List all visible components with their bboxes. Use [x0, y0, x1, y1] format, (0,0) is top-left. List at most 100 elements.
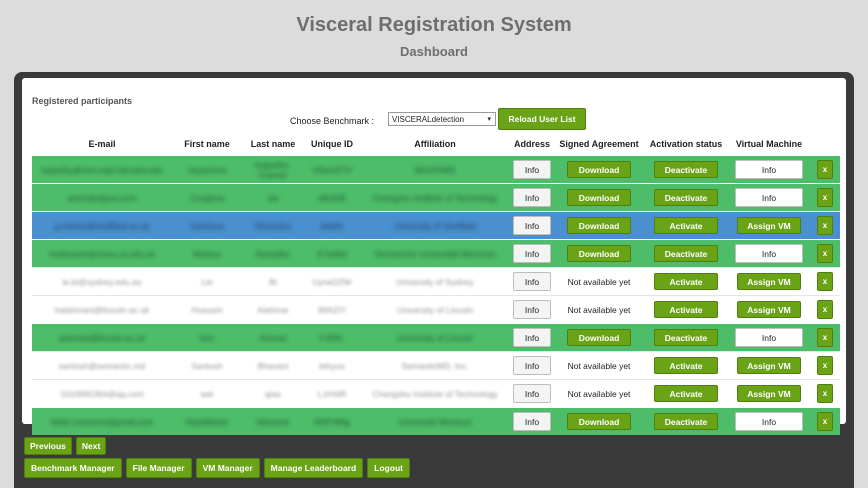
- col-last-name: Last name: [242, 132, 304, 156]
- benchmark-select-value: VISCERALdetection: [392, 115, 465, 124]
- delete-user-button[interactable]: x: [817, 412, 833, 431]
- last-name-cell: Rampfler: [255, 248, 291, 259]
- table-row: markuswn@cmun.ce.nitu.ck Markus Rampfler E7…: [32, 239, 840, 268]
- email-cell: santosh@semantic.md: [58, 360, 146, 371]
- delete-user-button[interactable]: x: [817, 300, 833, 319]
- address-info-button[interactable]: Info: [513, 412, 551, 431]
- table-row: fellah.meriame@gmail.com Abdelfettah Meria…: [32, 407, 840, 435]
- first-name-cell: Gianluca: [190, 220, 224, 231]
- vm-info-button[interactable]: Info: [735, 160, 803, 179]
- unique-id-cell: ikkbM: [320, 220, 344, 231]
- email-cell: halahmani@lincoln.ac.uk: [54, 304, 150, 315]
- address-info-button[interactable]: Info: [513, 328, 551, 347]
- affiliation-cell: University of Sheffield: [393, 220, 477, 231]
- vm-info-button[interactable]: Info: [735, 188, 803, 207]
- assign-vm-button[interactable]: Assign VM: [737, 385, 801, 402]
- address-info-button[interactable]: Info: [513, 160, 551, 179]
- previous-button[interactable]: Previous: [24, 437, 72, 455]
- last-name-cell: Kalpathy-Cramer: [255, 159, 291, 180]
- download-agreement-button[interactable]: Download: [567, 245, 631, 262]
- address-info-button[interactable]: Info: [513, 244, 551, 263]
- first-name-cell: wei: [200, 388, 214, 399]
- vm-manager-button[interactable]: VM Manager: [195, 458, 260, 478]
- unique-id-cell: 9IfAZIY: [317, 304, 347, 315]
- unique-id-cell: E7adfaf: [317, 248, 347, 259]
- activation-button[interactable]: Activate: [654, 301, 718, 318]
- vm-info-button[interactable]: Info: [735, 244, 803, 263]
- download-agreement-button[interactable]: Download: [567, 413, 631, 430]
- delete-user-button[interactable]: x: [817, 384, 833, 403]
- table-row: aahmed@lincoln.ac.uk Amr Ahmed FJ5RL Univers…: [32, 323, 840, 352]
- download-agreement-button[interactable]: Download: [567, 161, 631, 178]
- delete-user-button[interactable]: x: [817, 160, 833, 179]
- col-virtual-machine: Virtual Machine: [728, 132, 810, 156]
- assign-vm-button[interactable]: Assign VM: [737, 217, 801, 234]
- table-row: wech@aliyun.com Conghua xie a8u0rB Changshu …: [32, 183, 840, 212]
- activation-button[interactable]: Activate: [654, 217, 718, 234]
- table-row: 1010965364@qq.com wei qiao LJrHdR Changshu I…: [32, 379, 840, 408]
- activation-button[interactable]: Deactivate: [654, 245, 718, 262]
- table-row: le.bi@sydney.edu.au Lei Bi Uyrwi2ZW Universi…: [32, 267, 840, 296]
- vm-info-button[interactable]: Info: [735, 328, 803, 347]
- delete-user-button[interactable]: x: [817, 244, 833, 263]
- email-cell: fellah.meriame@gmail.com: [50, 416, 154, 427]
- panel-title: Registered participants: [32, 96, 133, 106]
- email-cell: kalpathy@nmr.mgh.harvard.edu: [41, 164, 163, 175]
- address-info-button[interactable]: Info: [513, 188, 551, 207]
- affiliation-cell: Technische Universität München: [373, 248, 497, 259]
- delete-user-button[interactable]: x: [817, 216, 833, 235]
- delete-user-button[interactable]: x: [817, 328, 833, 347]
- last-name-cell: Bhavani: [257, 360, 289, 371]
- address-info-button[interactable]: Info: [513, 356, 551, 375]
- logout-button[interactable]: Logout: [367, 458, 410, 478]
- activation-button[interactable]: Deactivate: [654, 413, 718, 430]
- first-name-cell: Conghua: [189, 192, 225, 203]
- next-button[interactable]: Next: [75, 437, 107, 455]
- table-header-row: E-mail First name Last name Unique ID Af…: [32, 132, 840, 156]
- table-row: santosh@semantic.md Santosh Bhavani bthyuo S…: [32, 351, 840, 380]
- address-info-button[interactable]: Info: [513, 300, 551, 319]
- activation-button[interactable]: Deactivate: [654, 161, 718, 178]
- assign-vm-button[interactable]: Assign VM: [737, 301, 801, 318]
- activation-button[interactable]: Deactivate: [654, 329, 718, 346]
- unique-id-cell: a8u0rB: [318, 192, 346, 203]
- agreement-status: Not available yet: [567, 276, 631, 287]
- participants-panel: Registered participants Choose Benchmark…: [22, 78, 846, 435]
- download-agreement-button[interactable]: Download: [567, 329, 631, 346]
- reload-user-list-button[interactable]: Reload User List: [498, 108, 586, 130]
- assign-vm-button[interactable]: Assign VM: [737, 273, 801, 290]
- download-agreement-button[interactable]: Download: [567, 189, 631, 206]
- last-name-cell: Dimartino: [254, 220, 292, 231]
- first-name-cell: Markus: [193, 248, 221, 259]
- activation-button[interactable]: Activate: [654, 357, 718, 374]
- activation-button[interactable]: Activate: [654, 273, 718, 290]
- unique-id-cell: Uyrwi2ZW: [312, 276, 352, 287]
- last-name-cell: Ahmed: [259, 332, 287, 343]
- delete-user-button[interactable]: x: [817, 272, 833, 291]
- manager-toolbar: Benchmark Manager File Manager VM Manager M…: [24, 458, 414, 478]
- download-agreement-button[interactable]: Download: [567, 217, 631, 234]
- address-info-button[interactable]: Info: [513, 384, 551, 403]
- delete-user-button[interactable]: x: [817, 188, 833, 207]
- affiliation-cell: Université Mentouri: [398, 416, 472, 427]
- vm-info-button[interactable]: Info: [735, 412, 803, 431]
- pagination: Previous Next: [24, 436, 110, 455]
- delete-user-button[interactable]: x: [817, 356, 833, 375]
- col-affiliation: Affiliation: [360, 132, 510, 156]
- last-name-cell: Meriame: [256, 416, 290, 427]
- assign-vm-button[interactable]: Assign VM: [737, 357, 801, 374]
- benchmark-selector-row: Choose Benchmark : VISCERALdetection ▾ R…: [22, 108, 846, 130]
- affiliation-cell: Changshu Institute of Technology: [372, 192, 498, 203]
- col-activation-status: Activation status: [644, 132, 728, 156]
- email-cell: aahmed@lincoln.ac.uk: [58, 332, 146, 343]
- activation-button[interactable]: Activate: [654, 385, 718, 402]
- file-manager-button[interactable]: File Manager: [125, 458, 192, 478]
- activation-button[interactable]: Deactivate: [654, 189, 718, 206]
- email-cell: markuswn@cmun.ce.nitu.ck: [48, 248, 156, 259]
- address-info-button[interactable]: Info: [513, 272, 551, 291]
- manage-leaderboard-button[interactable]: Manage Leaderboard: [263, 458, 364, 478]
- email-cell: g.mimmi@sheffield.ac.uk: [54, 220, 150, 231]
- benchmark-select[interactable]: VISCERALdetection ▾: [388, 112, 496, 126]
- benchmark-manager-button[interactable]: Benchmark Manager: [24, 458, 122, 478]
- address-info-button[interactable]: Info: [513, 216, 551, 235]
